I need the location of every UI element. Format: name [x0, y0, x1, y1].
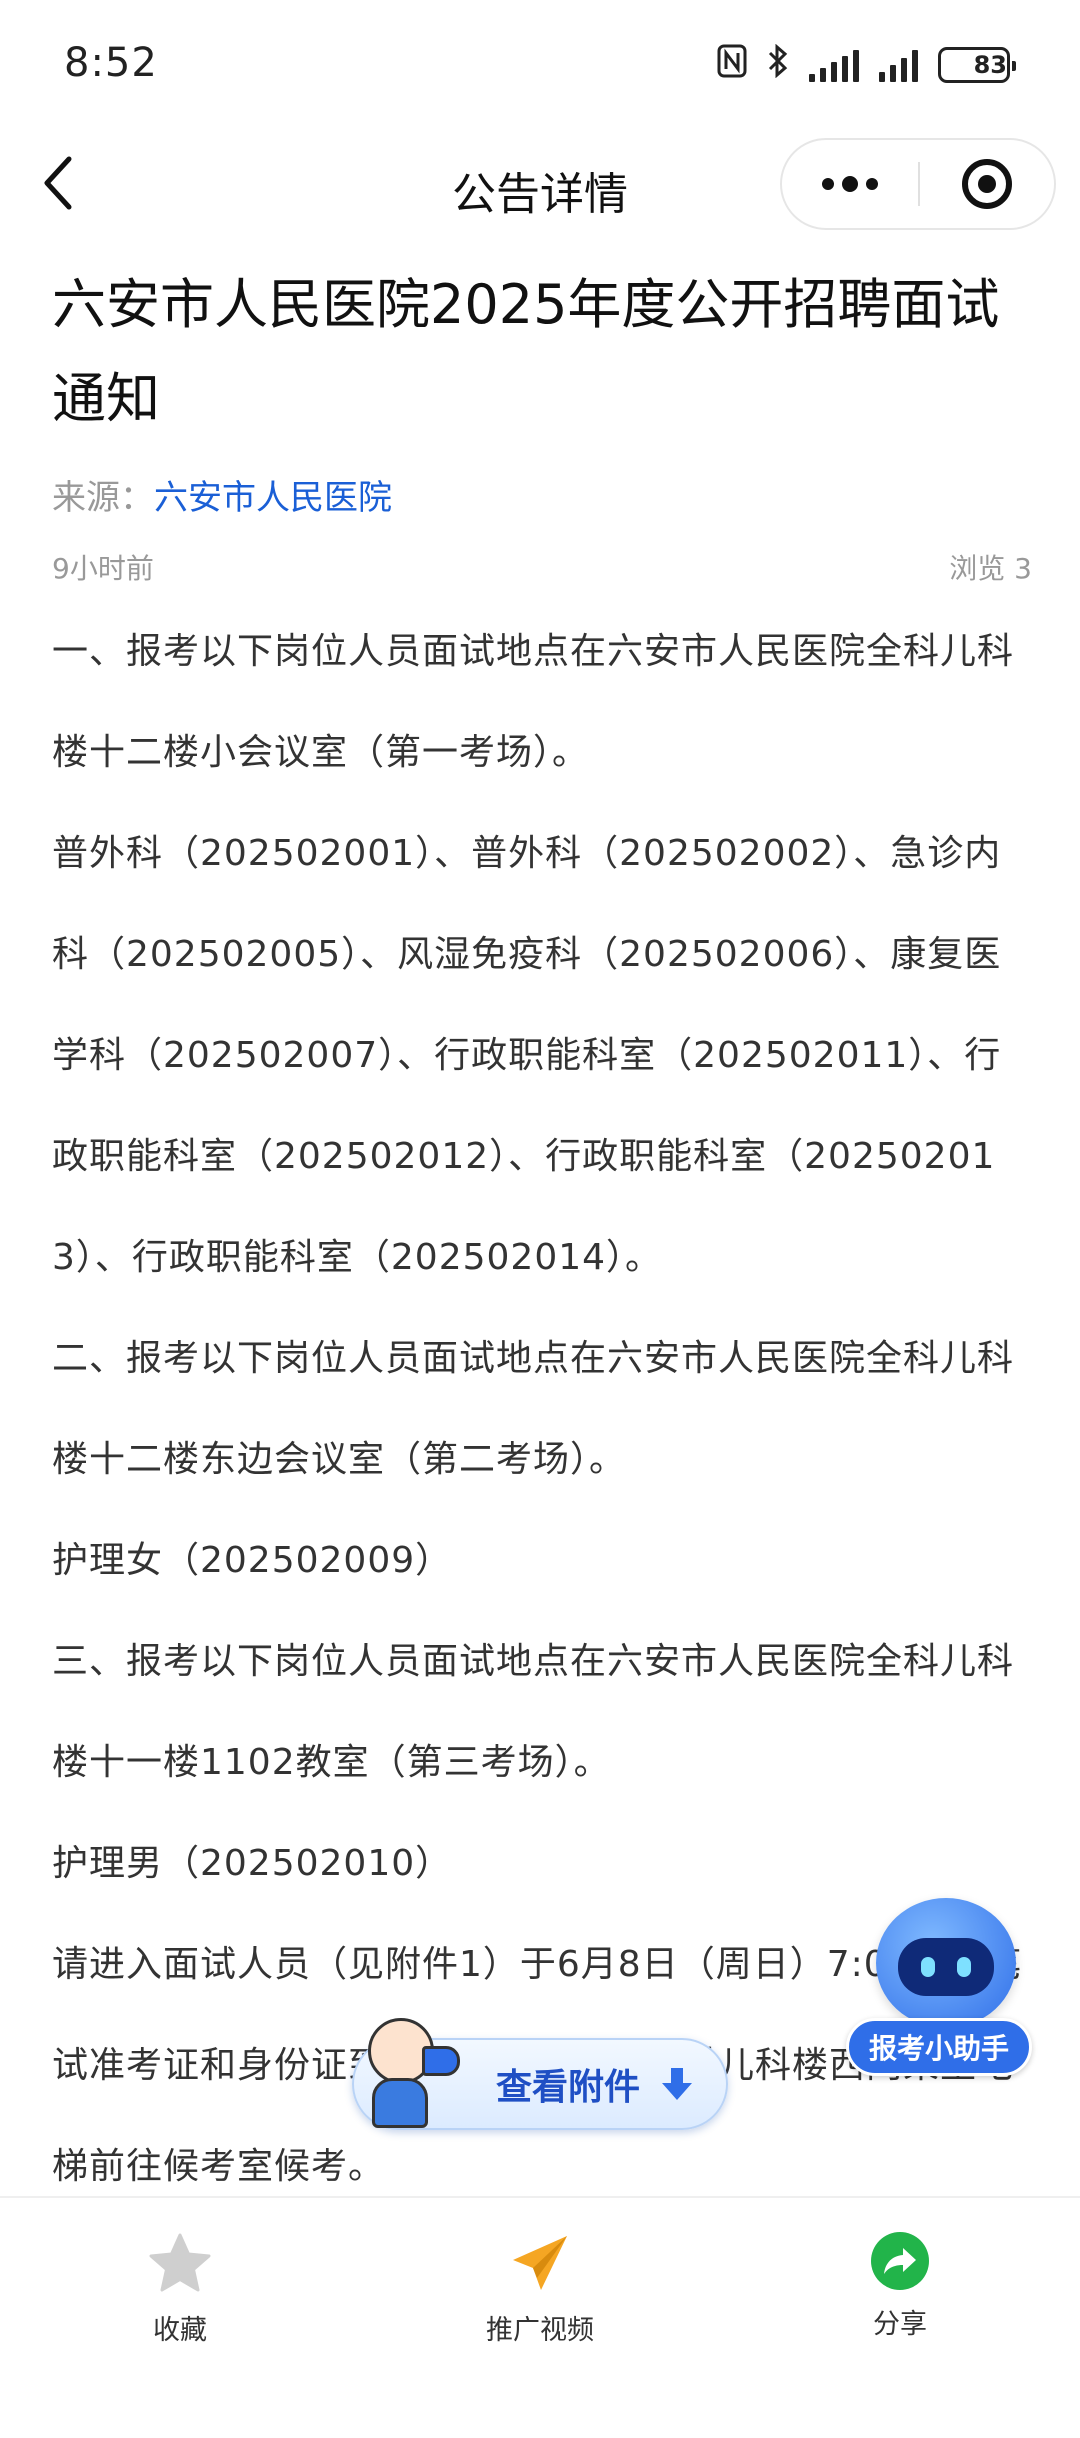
paper-plane-icon — [513, 2236, 567, 2290]
mini-program-capsule — [780, 138, 1056, 230]
signal-icon — [809, 48, 859, 82]
nav-bar: 公告详情 — [0, 130, 1080, 240]
paragraph: 一、报考以下岗位人员面试地点在六安市人民医院全科儿科楼十二楼小会议室（第一考场）… — [52, 631, 1015, 773]
more-dots-icon — [822, 176, 878, 192]
mascot-megaphone-icon — [360, 2018, 460, 2128]
robot-icon — [876, 1898, 1016, 2028]
source-line: 来源：六安市人民医院 — [52, 470, 1032, 519]
share-label: 分享 — [873, 2309, 927, 2340]
status-time: 8:52 — [64, 40, 158, 86]
status-bar: 8:52 83 — [0, 0, 1080, 130]
video-label: 推广视频 — [486, 2315, 594, 2346]
more-button[interactable] — [782, 140, 918, 228]
share-button[interactable]: 分享 — [800, 2232, 1000, 2341]
battery-level: 83 — [973, 51, 1007, 79]
meta-line: 9小时前 浏览 3 — [52, 547, 1032, 587]
signal-icon — [879, 48, 918, 82]
source-label: 来源： — [52, 478, 154, 518]
article-title: 六安市人民医院2025年度公开招聘面试通知 — [52, 273, 1000, 430]
arrow-down-icon — [662, 2068, 692, 2100]
collect-label: 收藏 — [153, 2315, 207, 2346]
paragraph: 普外科（202502001）、普外科（202502002）、急诊内科（20250… — [52, 833, 1002, 1278]
nfc-icon — [717, 44, 747, 86]
promo-video-button[interactable]: 推广视频 — [440, 2232, 640, 2347]
attachment-label: 查看附件 — [495, 2067, 640, 2108]
bluetooth-icon — [767, 43, 789, 86]
exam-assistant-button[interactable]: 报考小助手 — [846, 1898, 1036, 2088]
source-link[interactable]: 六安市人民医院 — [154, 478, 392, 518]
paragraph: 三、报考以下岗位人员面试地点在六安市人民医院全科儿科楼十一楼1102教室（第三考… — [52, 1641, 1015, 1783]
bottom-action-bar: 收藏 推广视频 分享 — [0, 2196, 1080, 2438]
close-button[interactable] — [920, 140, 1054, 228]
view-attachment-button[interactable]: 查看附件 — [352, 2018, 728, 2130]
battery-icon: 83 — [938, 47, 1016, 83]
target-close-icon — [961, 159, 1012, 209]
star-icon — [149, 2233, 211, 2292]
share-icon — [871, 2232, 929, 2290]
status-icons: 83 — [717, 43, 1016, 86]
publish-time: 9小时前 — [52, 552, 154, 585]
view-count: 浏览 3 — [949, 552, 1032, 585]
collect-button[interactable]: 收藏 — [80, 2232, 280, 2347]
paragraph: 二、报考以下岗位人员面试地点在六安市人民医院全科儿科楼十二楼东边会议室（第二考场… — [52, 1338, 1015, 1480]
assistant-label: 报考小助手 — [846, 2018, 1032, 2076]
paragraph: 护理女（202502009） — [52, 1540, 453, 1581]
